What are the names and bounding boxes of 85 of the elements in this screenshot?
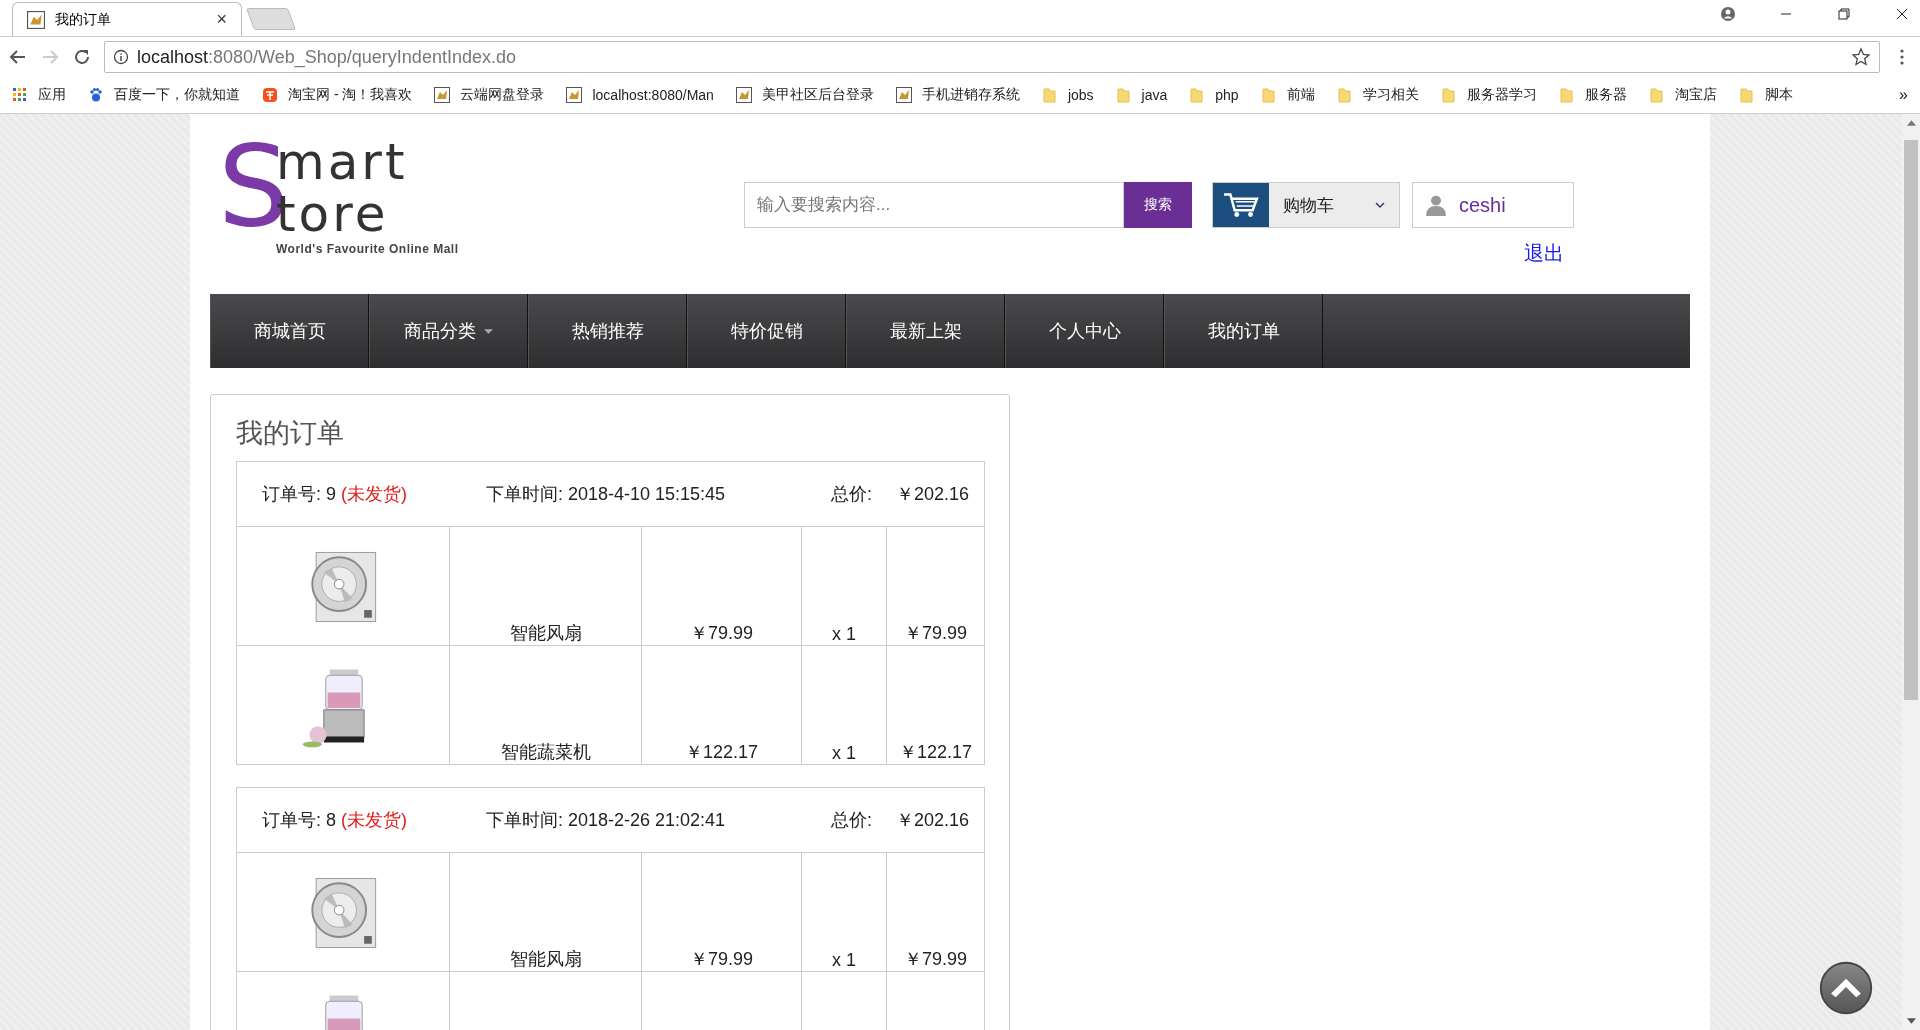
bookmark-star-icon[interactable] — [1851, 47, 1871, 67]
chevron-icon — [1375, 202, 1385, 208]
address-bar[interactable]: localhost:8080/Web_Shop/queryIndentIndex.do — [104, 41, 1880, 73]
back-to-top-button[interactable] — [1818, 960, 1874, 1016]
nav-item[interactable]: 特价促销 — [687, 294, 846, 368]
bookmark[interactable]: 淘宝网 - 淘！我喜欢 — [262, 86, 413, 104]
cat-icon — [566, 87, 583, 103]
bookmark[interactable]: 手机进销存系统 — [895, 86, 1020, 104]
nav-item[interactable]: 最新上架 — [846, 294, 1005, 368]
folder-icon — [1336, 87, 1353, 103]
cat-icon — [27, 10, 45, 29]
total-label: 总价: — [830, 809, 872, 832]
scroll-down-icon[interactable] — [1906, 1018, 1916, 1024]
subtotal: ￥122.17 — [898, 742, 973, 762]
user-icon — [1425, 194, 1447, 216]
product-name: 智能风扇 — [509, 949, 582, 969]
reload-icon[interactable] — [72, 47, 92, 67]
subtotal: ￥79.99 — [903, 623, 967, 643]
bookmark[interactable]: 百度一下，你就知道 — [88, 86, 240, 104]
bookmark[interactable]: 应用 — [12, 86, 66, 104]
nav-item[interactable]: 商品分类 — [369, 294, 528, 368]
bookmark[interactable]: 前端 — [1260, 86, 1315, 104]
profile-icon[interactable] — [1720, 6, 1736, 22]
order-time: 下单时间: 2018-4-10 15:15:45 — [486, 483, 727, 506]
orders-title: 我的订单 — [236, 417, 345, 450]
nav-item[interactable]: 热销推荐 — [528, 294, 687, 368]
scrollbar[interactable] — [1902, 114, 1920, 1030]
browser-tab[interactable]: 我的订单 × — [12, 2, 242, 36]
quantity: x 1 — [832, 950, 856, 970]
unit-price: ￥122.17 — [684, 742, 759, 762]
site-icon — [262, 87, 278, 103]
cat-icon — [434, 87, 451, 103]
cat-icon — [895, 87, 912, 103]
folder-icon — [1558, 87, 1575, 103]
bookmark[interactable]: 学习相关 — [1336, 86, 1419, 104]
order-number: 订单号: 9 (未发货) — [262, 483, 408, 506]
product-name: 智能蔬菜机 — [500, 742, 591, 762]
bookmark[interactable]: jobs — [1041, 87, 1094, 103]
bookmark[interactable]: php — [1189, 87, 1239, 103]
more-bookmarks-button[interactable]: » — [1899, 86, 1908, 104]
search-field[interactable]: 输入要搜索内容... — [744, 182, 1124, 228]
close-icon[interactable] — [1894, 6, 1910, 22]
bookmark[interactable]: 服务器学习 — [1440, 86, 1537, 104]
folder-icon — [1440, 87, 1457, 103]
total-label: 总价: — [830, 483, 872, 506]
bookmark[interactable]: 淘宝店 — [1648, 86, 1717, 104]
bookmark[interactable]: localhost:8080/Man — [566, 87, 714, 103]
cat-icon — [735, 87, 752, 103]
unit-price: ￥79.99 — [689, 623, 753, 643]
cart-icon — [1223, 191, 1259, 219]
folder-icon — [1115, 87, 1132, 103]
folder-icon — [1260, 87, 1277, 103]
apps-grid-icon — [12, 87, 28, 103]
order-total: ￥202.16 — [895, 809, 969, 832]
unit-price: ￥79.99 — [689, 949, 753, 969]
paw-icon — [88, 87, 104, 103]
product-name: 智能风扇 — [509, 623, 582, 643]
order-total: ￥202.16 — [895, 483, 969, 506]
nav-item[interactable]: 我的订单 — [1164, 294, 1323, 368]
close-tab-button[interactable]: × — [216, 9, 227, 30]
user-account[interactable]: ceshi — [1412, 182, 1574, 228]
bookmark[interactable]: 云端网盘登录 — [434, 86, 545, 104]
folder-icon — [1648, 87, 1665, 103]
order-time: 下单时间: 2018-2-26 21:02:41 — [486, 809, 727, 832]
info-icon — [113, 49, 129, 65]
quantity: x 1 — [832, 624, 856, 644]
bookmark[interactable]: 脚本 — [1738, 86, 1793, 104]
cart-dropdown[interactable]: 购物车 — [1212, 182, 1400, 228]
bookmark[interactable]: java — [1115, 87, 1168, 103]
nav-item[interactable]: 商城首页 — [210, 294, 369, 368]
bookmark[interactable]: 服务器 — [1558, 86, 1627, 104]
caret-icon — [484, 328, 493, 334]
subtotal: ￥79.99 — [903, 949, 967, 969]
tab-title: 我的订单 — [55, 10, 112, 29]
folder-icon — [1189, 87, 1206, 103]
nav-item[interactable]: 个人中心 — [1005, 294, 1164, 368]
folder-icon — [1041, 87, 1058, 103]
search-button[interactable]: 搜索 — [1124, 182, 1192, 228]
order-number: 订单号: 8 (未发货) — [262, 809, 408, 832]
bookmark[interactable]: 美甲社区后台登录 — [735, 86, 874, 104]
restore-icon[interactable] — [1836, 6, 1852, 22]
scroll-up-icon[interactable] — [1906, 120, 1916, 126]
folder-icon — [1738, 87, 1755, 103]
quantity: x 1 — [832, 743, 856, 763]
logout-link[interactable]: 退出 — [1524, 240, 1564, 267]
